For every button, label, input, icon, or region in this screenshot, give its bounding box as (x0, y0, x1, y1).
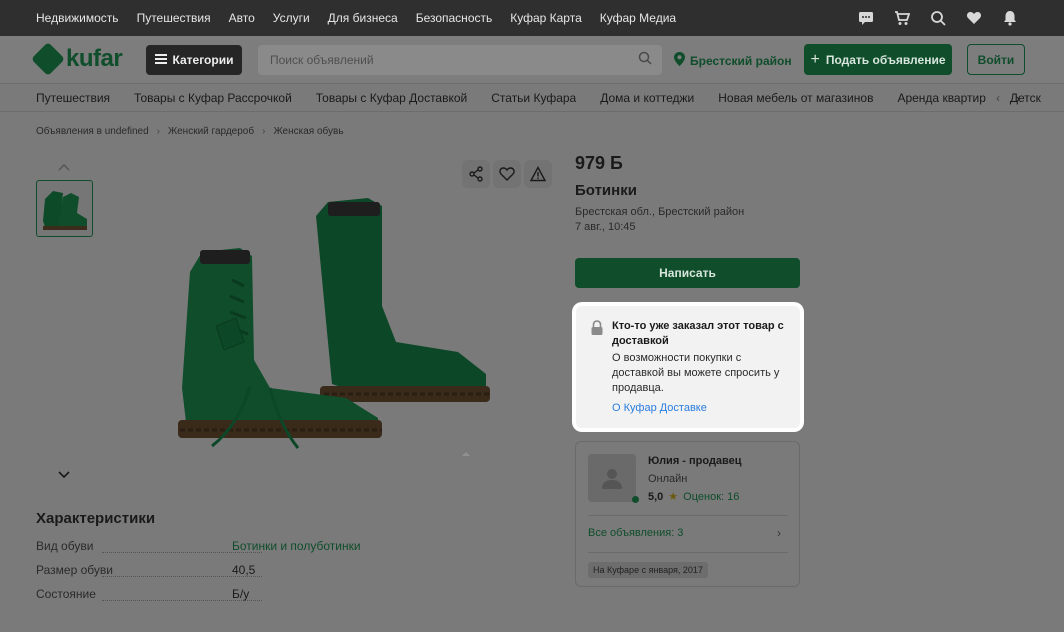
photo-thumbnail[interactable] (36, 180, 93, 237)
characteristic-key: Вид обуви (36, 539, 94, 553)
top-link-media[interactable]: Куфар Медиа (600, 11, 676, 25)
product-photo[interactable]: kufar (120, 156, 556, 479)
delivery-notice-highlight: Кто-то уже заказал этот товар с доставко… (572, 302, 804, 432)
favorite-button[interactable] (493, 160, 521, 188)
listing-meta: Брестская обл., Брестский район 7 авг., … (575, 205, 744, 235)
characteristic-value: 40,5 (232, 563, 256, 577)
online-indicator (632, 496, 639, 503)
cat-item-furniture[interactable]: Новая мебель от магазинов (718, 91, 873, 105)
post-ad-label: Подать объявление (825, 52, 946, 67)
breadcrumb: Объявления в undefined › Женский гардеро… (36, 126, 344, 137)
category-bar: Путешествия Товары с Куфар Рассрочкой То… (0, 84, 1064, 112)
location-pin-icon (674, 52, 685, 69)
logo-mark-icon (31, 42, 65, 76)
thumbs-up-arrow-icon[interactable] (58, 158, 70, 174)
share-button[interactable] (462, 160, 490, 188)
top-link-map[interactable]: Куфар Карта (510, 11, 582, 25)
bell-icon[interactable] (1000, 8, 1020, 28)
top-links: Недвижимость Путешествия Авто Услуги Для… (0, 11, 676, 25)
seller-status: Онлайн (648, 473, 688, 485)
member-since-badge: На Куфаре с января, 2017 (588, 562, 708, 578)
chevron-right-icon[interactable]: › (1015, 90, 1020, 106)
top-link-auto[interactable]: Авто (229, 11, 255, 25)
lock-icon (590, 320, 604, 339)
warning-icon (530, 166, 546, 182)
characteristic-value: Б/у (232, 587, 250, 601)
region-selector[interactable]: Брестский район (674, 52, 792, 69)
all-ads-link[interactable]: Все объявления: 3 (588, 527, 683, 539)
seller-card: Юлия - продавец Онлайн 5,0 ★ Оценок: 16 … (575, 441, 800, 587)
divider (588, 552, 788, 553)
top-link-business[interactable]: Для бизнеса (328, 11, 398, 25)
cat-item-delivery[interactable]: Товары с Куфар Доставкой (316, 91, 467, 105)
cat-item-houses[interactable]: Дома и коттеджи (600, 91, 694, 105)
main-header: kufar Категории Поиск объявлений Брестск… (0, 36, 1064, 84)
listing-location: Брестская обл., Брестский район (575, 206, 745, 218)
star-icon: ★ (668, 491, 679, 503)
write-message-button[interactable]: Написать (575, 258, 800, 288)
characteristic-key: Размер обуви (36, 563, 113, 577)
breadcrumb-item[interactable]: Женский гардероб (168, 126, 254, 137)
delivery-info-link[interactable]: О Куфар Доставке (612, 402, 707, 414)
cat-item-installments[interactable]: Товары с Куфар Рассрочкой (134, 91, 292, 105)
breadcrumb-separator: › (156, 126, 160, 137)
top-navigation-bar: Недвижимость Путешествия Авто Услуги Для… (0, 0, 1064, 36)
characteristic-row: Состояние Б/у (36, 587, 436, 607)
kufar-logo[interactable]: kufar (31, 42, 123, 76)
breadcrumb-item[interactable]: Объявления в undefined (36, 126, 149, 137)
heart-icon[interactable] (964, 8, 984, 28)
search-icon[interactable] (638, 51, 652, 68)
thumbs-down-arrow-icon[interactable] (58, 466, 70, 482)
breadcrumb-item[interactable]: Женская обувь (273, 126, 343, 137)
delivery-notice-text: О возможности покупки с доставкой вы мож… (612, 352, 780, 394)
delivery-notice: Кто-то уже заказал этот товар с доставко… (576, 306, 800, 428)
region-label: Брестский район (690, 53, 792, 68)
cat-item-rent[interactable]: Аренда квартир (897, 91, 985, 105)
listing-date: 7 авг., 10:45 (575, 221, 636, 233)
rating-value: 5,0 (648, 490, 664, 503)
categories-label: Категории (172, 53, 234, 67)
breadcrumb-separator: › (262, 126, 266, 137)
characteristic-key: Состояние (36, 587, 96, 601)
seller-name[interactable]: Юлия - продавец (648, 455, 742, 467)
chat-icon[interactable] (856, 8, 876, 28)
listing-title: Ботинки (575, 182, 637, 199)
search-placeholder: Поиск объявлений (270, 53, 374, 67)
user-icon (602, 469, 622, 489)
report-button[interactable] (524, 160, 552, 188)
search-input[interactable]: Поиск объявлений (258, 45, 662, 75)
compare-icon[interactable] (928, 8, 948, 28)
cart-icon[interactable] (892, 8, 912, 28)
photo-watermark: kufar (482, 454, 536, 456)
delivery-notice-title: Кто-то уже заказал этот товар с доставко… (612, 320, 784, 347)
characteristic-row: Вид обуви Ботинки и полуботинки (36, 539, 436, 559)
chevron-left-icon[interactable]: ‹ (996, 91, 1000, 105)
characteristic-value-link[interactable]: Ботинки и полуботинки (232, 539, 361, 553)
cat-item-travel[interactable]: Путешествия (36, 91, 110, 105)
chevron-right-icon[interactable]: › (777, 526, 781, 540)
plus-icon: + (810, 50, 820, 68)
characteristics-title: Характеристики (36, 510, 156, 527)
top-icons (856, 8, 1020, 28)
heart-outline-icon (499, 167, 515, 181)
page-content: kufar Категории Поиск объявлений Брестск… (0, 36, 1064, 632)
listing-price: 979 Ƃ (575, 153, 623, 173)
share-icon (469, 166, 483, 182)
avatar[interactable] (588, 454, 636, 502)
characteristic-row: Размер обуви 40,5 (36, 563, 436, 583)
login-button[interactable]: Войти (967, 44, 1025, 75)
top-link-safety[interactable]: Безопасность (416, 11, 493, 25)
categories-button[interactable]: Категории (146, 45, 242, 75)
top-link-travel[interactable]: Путешествия (137, 11, 211, 25)
seller-rating: 5,0 ★ Оценок: 16 (648, 490, 739, 504)
post-ad-button[interactable]: + Подать объявление (804, 44, 952, 75)
top-link-realty[interactable]: Недвижимость (36, 11, 119, 25)
cat-item-articles[interactable]: Статьи Куфара (491, 91, 576, 105)
logo-text: kufar (66, 45, 123, 72)
top-link-services[interactable]: Услуги (273, 11, 310, 25)
divider (588, 515, 788, 516)
reviews-link[interactable]: Оценок: 16 (683, 491, 739, 503)
menu-icon (154, 53, 167, 67)
